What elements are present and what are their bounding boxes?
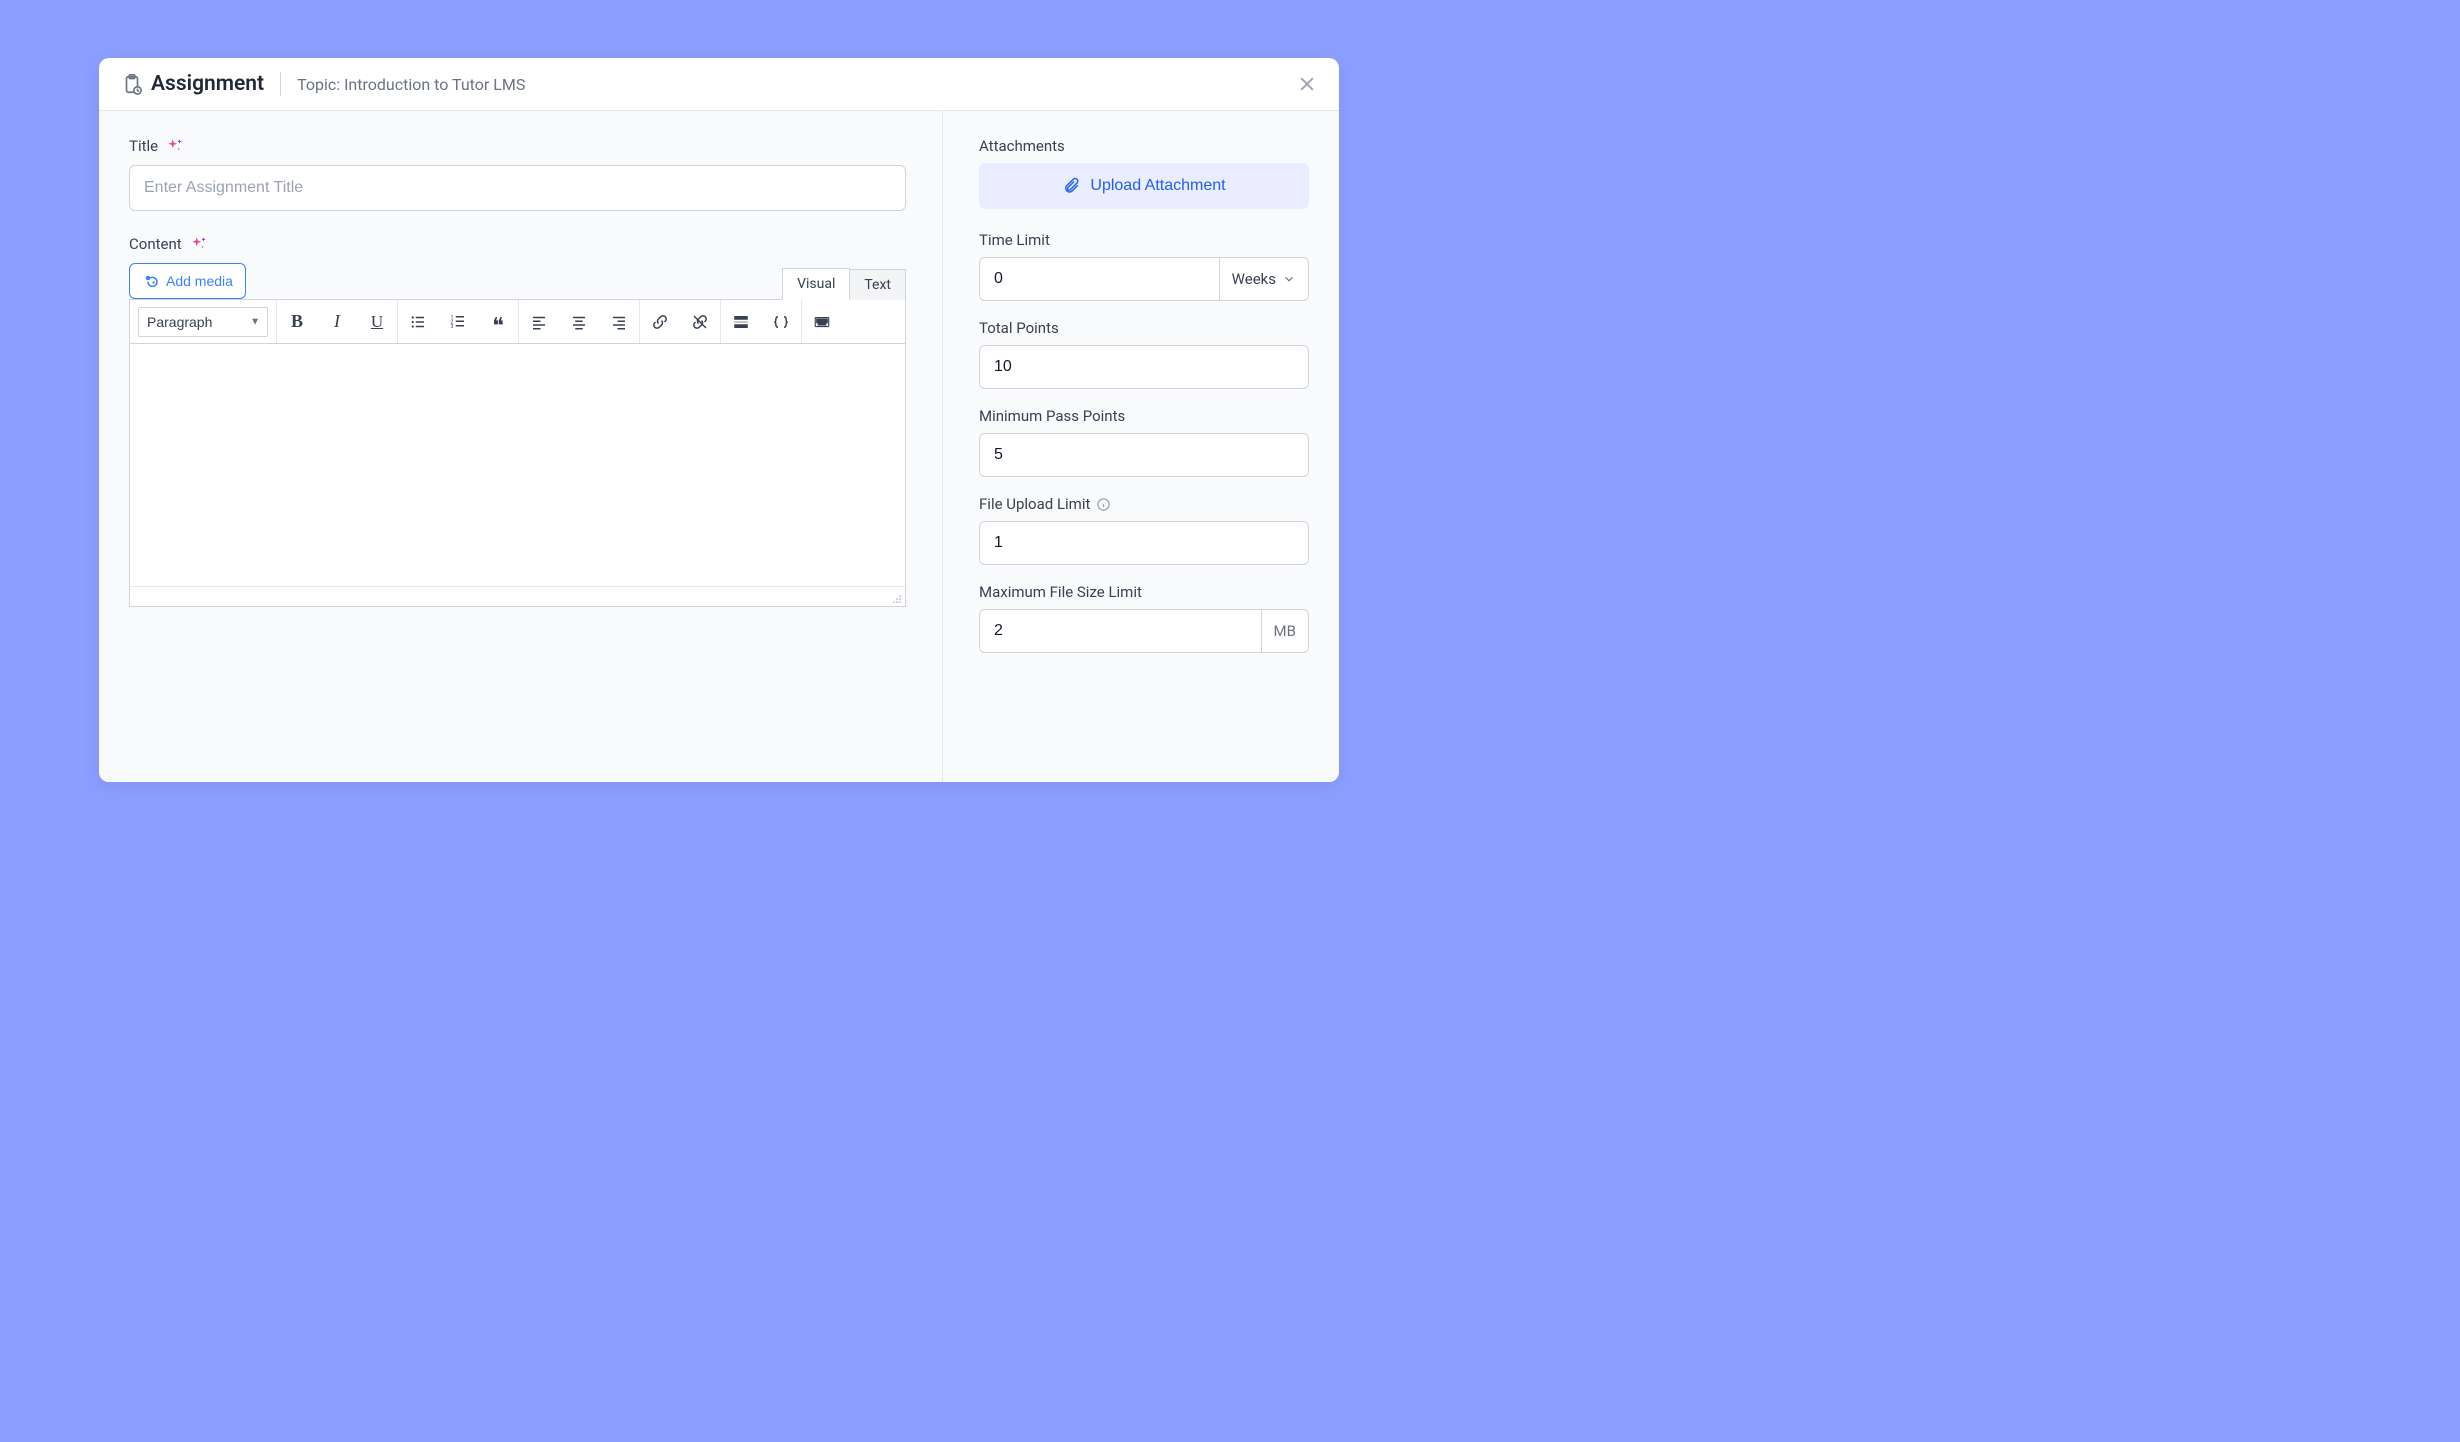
read-more-button[interactable] <box>721 300 761 343</box>
tab-text[interactable]: Text <box>849 269 906 300</box>
underline-button[interactable]: U <box>357 300 397 343</box>
max-file-size-input[interactable] <box>979 609 1261 653</box>
align-center-button[interactable] <box>559 300 599 343</box>
modal-title: Assignment <box>151 72 264 96</box>
upload-attachment-label: Upload Attachment <box>1090 177 1225 195</box>
right-pane: Attachments Upload Attachment Time Limit… <box>943 111 1339 782</box>
chevron-down-icon <box>1282 272 1296 286</box>
editor-tabs: Visual Text <box>782 267 906 299</box>
editor-toolbar: Paragraph ▼ B I U 123 <box>130 300 905 344</box>
title-input[interactable] <box>129 165 906 211</box>
assignment-modal: Assignment Topic: Introduction to Tutor … <box>99 58 1339 782</box>
max-file-size-unit-label: MB <box>1274 622 1296 640</box>
resize-grip-icon[interactable] <box>892 594 902 604</box>
align-left-button[interactable] <box>519 300 559 343</box>
add-media-label: Add media <box>166 273 233 289</box>
total-points-label: Total Points <box>979 319 1309 337</box>
max-file-size-unit: MB <box>1261 609 1309 653</box>
align-right-button[interactable] <box>599 300 639 343</box>
content-label-text: Content <box>129 235 182 253</box>
topic-text: Topic: Introduction to Tutor LMS <box>297 75 525 94</box>
sparkle-icon <box>166 137 184 155</box>
italic-button[interactable]: I <box>317 300 357 343</box>
close-icon[interactable] <box>1297 74 1317 94</box>
time-limit-unit-dropdown[interactable]: Weeks <box>1219 257 1309 301</box>
editor-textarea[interactable] <box>130 344 905 586</box>
bullet-list-button[interactable] <box>398 300 438 343</box>
add-media-button[interactable]: Add media <box>129 263 246 299</box>
file-upload-limit-text: File Upload Limit <box>979 495 1090 513</box>
link-button[interactable] <box>640 300 680 343</box>
upload-attachment-button[interactable]: Upload Attachment <box>979 163 1309 209</box>
attachments-label: Attachments <box>979 137 1309 155</box>
file-upload-limit-label: File Upload Limit <box>979 495 1309 513</box>
paperclip-icon <box>1062 177 1080 195</box>
editor-statusbar <box>130 586 905 606</box>
blockquote-button[interactable]: ❝ <box>478 300 518 343</box>
bold-button[interactable]: B <box>277 300 317 343</box>
svg-text:3: 3 <box>451 324 454 330</box>
tab-visual[interactable]: Visual <box>782 268 850 300</box>
media-icon <box>142 272 160 290</box>
max-file-size-label: Maximum File Size Limit <box>979 583 1309 601</box>
shortcode-button[interactable] <box>761 300 801 343</box>
total-points-input[interactable] <box>979 345 1309 389</box>
min-pass-input[interactable] <box>979 433 1309 477</box>
info-icon <box>1096 497 1111 512</box>
editor-box: Paragraph ▼ B I U 123 <box>129 299 906 607</box>
clipboard-icon <box>121 73 143 95</box>
title-label: Title <box>129 137 906 155</box>
file-upload-limit-input[interactable] <box>979 521 1309 565</box>
time-limit-unit-label: Weeks <box>1232 270 1276 288</box>
min-pass-label: Minimum Pass Points <box>979 407 1309 425</box>
content-label: Content <box>129 235 906 253</box>
keyboard-button[interactable] <box>802 300 842 343</box>
time-limit-input[interactable] <box>979 257 1219 301</box>
unlink-button[interactable] <box>680 300 720 343</box>
sparkle-icon <box>190 235 208 253</box>
modal-body: Title Content <box>99 111 1339 782</box>
time-limit-label: Time Limit <box>979 231 1309 249</box>
format-dropdown[interactable]: Paragraph <box>138 307 268 337</box>
title-label-text: Title <box>129 137 158 155</box>
left-pane: Title Content <box>99 111 943 782</box>
divider <box>280 72 281 96</box>
modal-header: Assignment Topic: Introduction to Tutor … <box>99 58 1339 111</box>
number-list-button[interactable]: 123 <box>438 300 478 343</box>
